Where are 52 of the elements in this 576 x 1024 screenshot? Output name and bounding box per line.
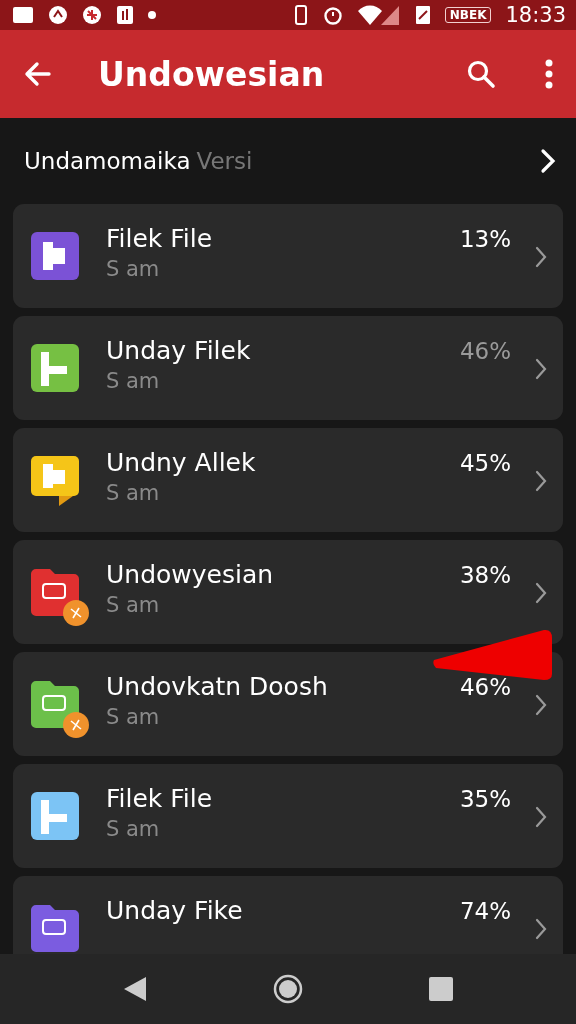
file-time: S am [106, 257, 161, 281]
file-name: Unday Filek [106, 336, 252, 365]
vibrate-icon [292, 4, 309, 26]
file-name: Undny Allek [106, 448, 257, 477]
file-name: Undowyesian [106, 560, 275, 589]
chevron-right-icon [535, 470, 547, 492]
notification-icon [116, 5, 134, 25]
file-time: S am [106, 705, 161, 729]
alarm-icon [322, 5, 343, 25]
notification-icon [82, 5, 102, 25]
chevron-right-icon [535, 358, 547, 380]
file-time: S am [106, 817, 161, 841]
file-name: Filek File [106, 224, 214, 253]
battery-icon [414, 5, 431, 25]
file-percent: 74% [459, 898, 511, 924]
recents-nav-icon[interactable] [427, 976, 454, 1002]
file-time: S am [106, 593, 161, 617]
file-time: S am [106, 481, 161, 505]
dot-icon [148, 11, 156, 19]
home-nav-icon[interactable] [273, 974, 303, 1004]
file-name: Unday Fike [106, 896, 244, 925]
notification-icon [48, 5, 68, 25]
notification-icon [12, 6, 34, 24]
file-percent: 35% [459, 786, 511, 812]
chevron-right-icon [535, 918, 547, 940]
file-percent: 13% [459, 226, 511, 252]
file-card[interactable]: Unday Filek S am 46% [13, 316, 563, 420]
file-card[interactable]: Filek File S am 35% [13, 764, 563, 868]
file-card[interactable]: Undny Allek S am 45% [13, 428, 563, 532]
file-percent: 45% [459, 450, 511, 476]
status-time: 18:33 [505, 3, 566, 27]
chevron-right-icon[interactable] [540, 148, 556, 174]
chevron-right-icon [535, 806, 547, 828]
chevron-right-icon [535, 582, 547, 604]
file-card[interactable]: Undowyesian S am 38% [13, 540, 563, 644]
file-percent: 38% [459, 562, 511, 588]
section-title: Undamomaika [24, 148, 191, 174]
chevron-right-icon [535, 694, 547, 716]
back-nav-icon[interactable] [122, 975, 149, 1003]
file-name: Undovkatn Doosh [106, 672, 329, 701]
chevron-right-icon [535, 246, 547, 268]
wifi-signal-icon [356, 4, 401, 26]
file-percent: 46% [459, 674, 511, 700]
app-title: Undowesian [98, 54, 326, 94]
file-percent: 46% [459, 338, 511, 364]
file-card[interactable]: Unday Fike 74% [13, 876, 563, 954]
file-card[interactable]: Undovkatn Doosh S am 46% [13, 652, 563, 756]
file-name: Filek File [106, 784, 214, 813]
file-card[interactable]: Filek File S am 13% [13, 204, 563, 308]
section-subtitle: Versi [196, 148, 254, 174]
status-badge: NBEK [444, 7, 492, 23]
file-time: S am [106, 369, 161, 393]
